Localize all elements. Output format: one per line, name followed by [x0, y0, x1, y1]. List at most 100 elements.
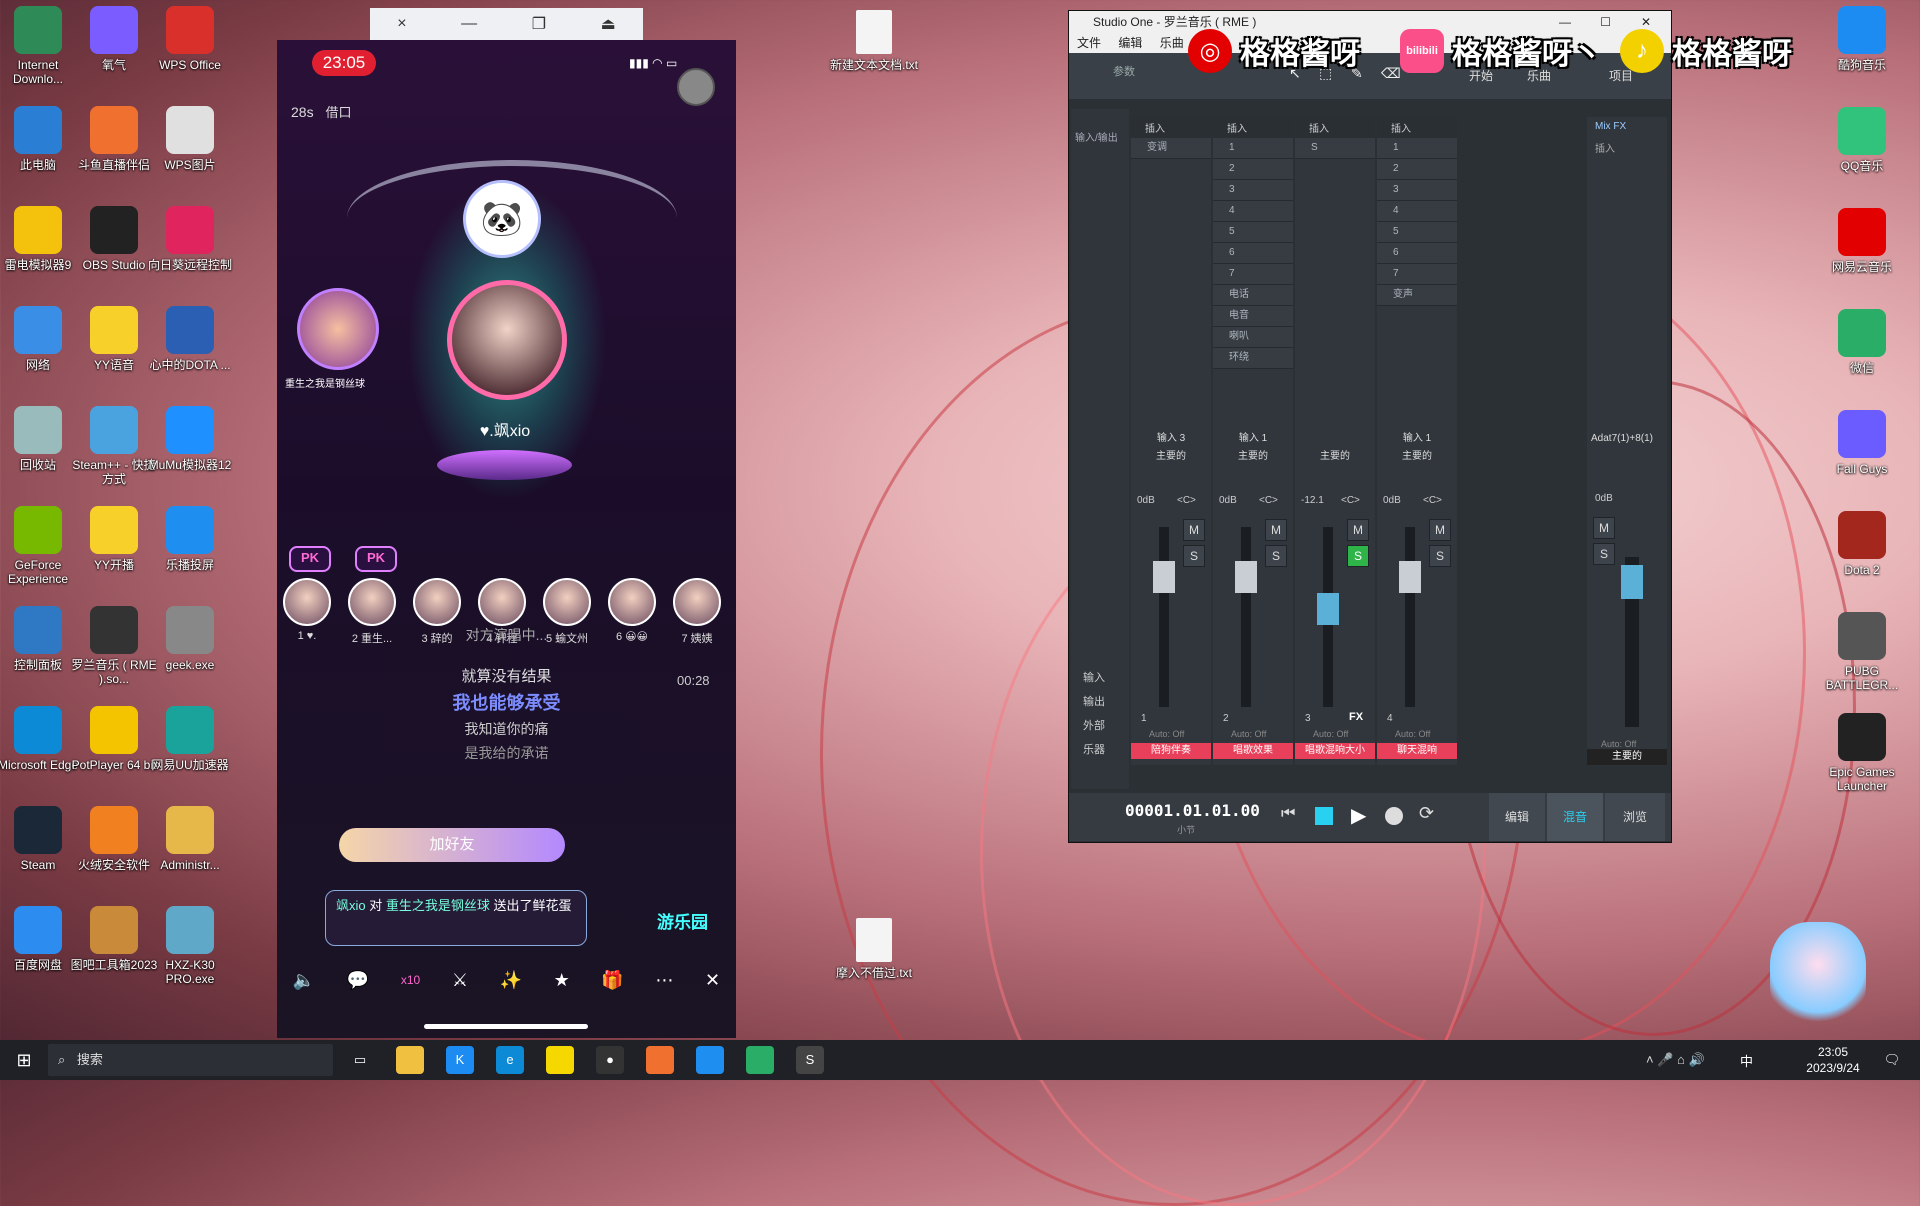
insert-slot[interactable]: 5 — [1377, 222, 1457, 243]
insert-slot[interactable]: 喇叭 — [1213, 327, 1293, 348]
side-label-input[interactable]: 输入 — [1083, 669, 1105, 685]
mute-button[interactable]: M — [1347, 519, 1369, 541]
desktop-icon-obs[interactable]: OBS Studio — [70, 206, 158, 272]
desktop-icon-pubg[interactable]: PUBG BATTLEGR... — [1818, 612, 1906, 692]
pk-icon[interactable]: ⚔ — [452, 970, 468, 991]
pan-control[interactable]: <C> — [1177, 495, 1196, 506]
tab-mix[interactable]: 混音 — [1547, 793, 1603, 841]
volume-fader[interactable] — [1153, 561, 1175, 593]
tray-icons[interactable]: ˄ 🎤 ⌂ 🔊 — [1646, 1052, 1705, 1068]
minimize-icon[interactable]: — — [461, 15, 477, 33]
skill-icon[interactable]: ✨ — [500, 970, 522, 991]
insert-slot[interactable]: 1 — [1213, 138, 1293, 159]
insert-slot[interactable]: 1 — [1377, 138, 1457, 159]
channel-name[interactable]: 陪狗伴奏 — [1131, 743, 1211, 759]
mixfx-label[interactable]: Mix FX — [1587, 117, 1667, 136]
task-view-icon[interactable]: ▭ — [346, 1046, 374, 1074]
desktop-icon-lebo[interactable]: 乐播投屏 — [146, 506, 234, 572]
desktop-icon-epic[interactable]: Epic Games Launcher — [1818, 713, 1906, 793]
gift-icon[interactable]: 🎁 — [601, 970, 623, 991]
star-icon[interactable]: ★ — [554, 970, 570, 991]
channel-volume-db[interactable]: 0dB — [1383, 495, 1401, 506]
insert-header[interactable]: 插入 — [1131, 117, 1211, 138]
loop-icon[interactable]: ⟳ — [1419, 803, 1434, 824]
desktop-icon-hxz[interactable]: HXZ-K30 PRO.exe — [146, 906, 234, 986]
side-label-external[interactable]: 外部 — [1083, 717, 1105, 733]
channel-input[interactable]: 输入 3 — [1131, 431, 1211, 447]
channel-output[interactable]: 主要的 — [1295, 449, 1375, 465]
desktop-icon-oxygen[interactable]: 氧气 — [70, 6, 158, 72]
insert-slot[interactable]: 7 — [1213, 264, 1293, 285]
taskbar-search[interactable]: ⌕ 搜索 — [48, 1044, 333, 1076]
insert-slot[interactable]: 6 — [1213, 243, 1293, 264]
menu-edit[interactable]: 编辑 — [1118, 36, 1142, 50]
desktop-icon-qqmusic[interactable]: QQ音乐 — [1818, 107, 1906, 173]
start-button[interactable]: ⊞ — [10, 1046, 38, 1074]
desktop-icon-steam-plus[interactable]: Steam++ - 快捷方式 — [70, 406, 158, 486]
desktop-icon-word-doc[interactable]: 心中的DOTA ... — [146, 306, 234, 372]
record-icon[interactable] — [1385, 807, 1403, 825]
insert-slot[interactable]: S — [1295, 138, 1375, 159]
channel-input[interactable]: 输入 1 — [1213, 431, 1293, 447]
desktop-icon-fallguys[interactable]: Fall Guys — [1818, 410, 1906, 476]
menu-file[interactable]: 文件 — [1077, 36, 1101, 50]
sticky-notes-icon[interactable] — [546, 1046, 574, 1074]
insert-slot[interactable]: 7 — [1377, 264, 1457, 285]
desktop-icon-uu[interactable]: 网易UU加速器 — [146, 706, 234, 772]
bus-solo-button[interactable]: S — [1593, 543, 1615, 565]
desktop-icon-douyu[interactable]: 斗鱼直播伴侣 — [70, 106, 158, 172]
volume-fader[interactable] — [1317, 593, 1339, 625]
desktop-icon-studio-one[interactable]: 罗兰音乐 ( RME ).so... — [70, 606, 158, 686]
insert-slot[interactable]: 5 — [1213, 222, 1293, 243]
channel-volume-db[interactable]: 0dB — [1137, 495, 1155, 506]
insert-slot[interactable]: 6 — [1377, 243, 1457, 264]
mute-button[interactable]: M — [1183, 519, 1205, 541]
desktop-icon-geek[interactable]: geek.exe — [146, 606, 234, 672]
channel-output[interactable]: 主要的 — [1213, 449, 1293, 465]
mirror-app-icon[interactable] — [696, 1046, 724, 1074]
desktop-icon-yy-live[interactable]: YY开播 — [70, 506, 158, 572]
side-label-instrument[interactable]: 乐器 — [1083, 741, 1105, 757]
rewind-icon[interactable]: ⏮ — [1281, 805, 1295, 823]
insert-slot[interactable]: 电音 — [1213, 306, 1293, 327]
insert-slot[interactable]: 4 — [1213, 201, 1293, 222]
insert-header[interactable]: 插入 — [1377, 117, 1457, 138]
insert-slot[interactable]: 4 — [1377, 201, 1457, 222]
desktop-file-new-text[interactable]: 新建文本文档.txt — [830, 10, 918, 72]
tab-browse[interactable]: 浏览 — [1605, 793, 1665, 841]
insert-slot[interactable]: 2 — [1377, 159, 1457, 180]
position-display[interactable]: 00001.01.01.00 — [1125, 801, 1260, 820]
desktop-icon-user-folder[interactable]: Administr... — [146, 806, 234, 872]
insert-slot[interactable]: 变声 — [1377, 285, 1457, 306]
kugou-taskbar-icon[interactable]: K — [446, 1046, 474, 1074]
ime-indicator[interactable]: 中 — [1740, 1051, 1753, 1070]
solo-button[interactable]: S — [1429, 545, 1451, 567]
channel-name[interactable]: 唱歌效果 — [1213, 743, 1293, 759]
menu-song[interactable]: 乐曲 — [1160, 36, 1184, 50]
tool-eraser-icon[interactable]: ⌫ — [1381, 65, 1401, 82]
eject-icon[interactable]: ⏏ — [601, 14, 616, 34]
stop-icon[interactable] — [1315, 807, 1333, 825]
channel-volume-db[interactable]: 0dB — [1219, 495, 1237, 506]
channel-name[interactable]: 唱歌混响大小 — [1295, 743, 1375, 759]
file-explorer-icon[interactable] — [396, 1046, 424, 1074]
side-user-avatar[interactable] — [297, 288, 379, 370]
channel-output[interactable]: 主要的 — [1377, 449, 1457, 465]
pan-control[interactable]: <C> — [1423, 495, 1442, 506]
wechat-taskbar-icon[interactable] — [746, 1046, 774, 1074]
add-friend-button[interactable]: 加好友 — [339, 828, 565, 862]
solo-button[interactable]: S — [1183, 545, 1205, 567]
close-icon[interactable]: ✕ — [705, 970, 720, 991]
amusement-park-button[interactable]: 游乐园 — [657, 908, 708, 933]
channel-output[interactable]: 主要的 — [1131, 449, 1211, 465]
douyu-taskbar-icon[interactable] — [646, 1046, 674, 1074]
desktop-icon-wps-picture[interactable]: WPS图片 — [146, 106, 234, 172]
pk-badge[interactable]: PK — [355, 546, 397, 572]
insert-slot[interactable]: 变调 — [1131, 138, 1211, 159]
notification-icon[interactable]: 🗨 — [1878, 1046, 1906, 1074]
mute-button[interactable]: M — [1265, 519, 1287, 541]
desktop-icon-dota2[interactable]: Dota 2 — [1818, 511, 1906, 577]
desktop-icon-sunflower[interactable]: 向日葵远程控制 — [146, 206, 234, 272]
automation-mode[interactable]: Auto: Off — [1313, 729, 1348, 739]
volume-fader[interactable] — [1235, 561, 1257, 593]
